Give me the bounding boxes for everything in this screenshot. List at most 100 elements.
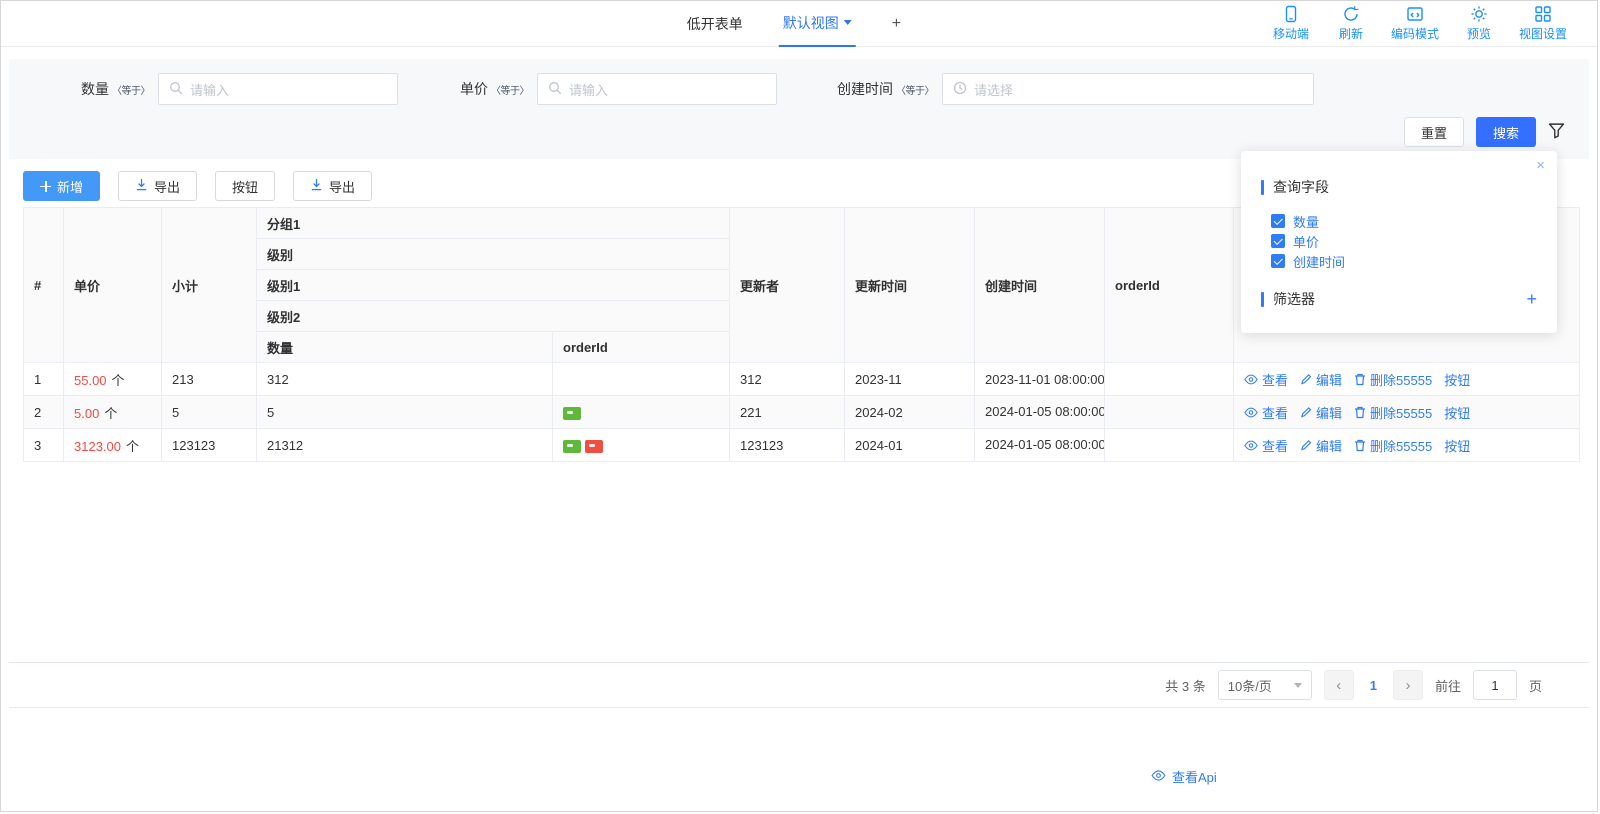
refresh-button[interactable]: 刷新 bbox=[1331, 5, 1371, 42]
view-link[interactable]: 查看 bbox=[1244, 403, 1288, 422]
cell-orderid2 bbox=[1105, 363, 1234, 396]
refresh-label: 刷新 bbox=[1339, 25, 1363, 42]
col-header-subtotal[interactable]: 小计 bbox=[162, 208, 257, 363]
query-field-price[interactable]: 单价 bbox=[1271, 231, 1537, 251]
tab-form[interactable]: 低开表单 bbox=[683, 1, 747, 47]
custom-button[interactable]: 按钮 bbox=[215, 171, 275, 201]
row-button-link[interactable]: 按钮 bbox=[1444, 370, 1470, 389]
row-button-label: 按钮 bbox=[1444, 436, 1470, 455]
cell-price: 5.00个 bbox=[64, 396, 162, 429]
code-mode-button[interactable]: 编码模式 bbox=[1391, 5, 1439, 42]
col-header-level2[interactable]: 级别2 bbox=[257, 301, 730, 332]
row-button-link[interactable]: 按钮 bbox=[1444, 436, 1470, 455]
goto-page-input[interactable]: 1 bbox=[1473, 670, 1517, 700]
custom-button-label: 按钮 bbox=[232, 177, 258, 196]
query-field-create-time[interactable]: 创建时间 bbox=[1271, 251, 1537, 271]
price-value: 3123.00 bbox=[74, 439, 121, 454]
prev-page-button[interactable]: ‹ bbox=[1324, 670, 1354, 700]
filter-qty-input[interactable]: 请输入 bbox=[158, 73, 398, 105]
row-button-link[interactable]: 按钮 bbox=[1444, 403, 1470, 422]
preview-button[interactable]: 预览 bbox=[1459, 5, 1499, 42]
tab-add[interactable]: + bbox=[888, 1, 905, 47]
col-header-qty[interactable]: 数量 bbox=[257, 332, 553, 363]
filter-price-label: 单价 bbox=[460, 79, 488, 99]
view-settings-button[interactable]: 视图设置 bbox=[1519, 5, 1567, 42]
col-header-orderid[interactable]: orderId bbox=[1105, 208, 1234, 363]
edit-link[interactable]: 编辑 bbox=[1300, 370, 1342, 389]
filter-settings-button[interactable] bbox=[1548, 122, 1565, 142]
edit-link-label: 编辑 bbox=[1316, 403, 1342, 422]
delete-link-label: 删除55555 bbox=[1370, 370, 1432, 389]
export-button-1[interactable]: 导出 bbox=[118, 171, 197, 201]
add-button-label: 新增 bbox=[57, 177, 83, 196]
table-row[interactable]: 2 5.00个 5 5 221 2024-02 2024-01-05 08:00… bbox=[24, 396, 1580, 429]
funnel-icon bbox=[1548, 122, 1565, 142]
view-link-label: 查看 bbox=[1262, 403, 1288, 422]
create-time-value: 2024-01-05 08:00:00 bbox=[985, 404, 1105, 419]
edit-link-label: 编辑 bbox=[1316, 370, 1342, 389]
col-header-create-time[interactable]: 创建时间 bbox=[975, 208, 1105, 363]
query-field-create-time-label: 创建时间 bbox=[1293, 252, 1345, 271]
green-tag-icon bbox=[563, 407, 581, 420]
mobile-label: 移动端 bbox=[1273, 25, 1309, 42]
view-tabs: 低开表单 默认视图 + bbox=[667, 1, 921, 47]
popover-close-button[interactable]: × bbox=[1536, 157, 1545, 174]
col-header-level[interactable]: 级别 bbox=[257, 239, 730, 270]
cell-qty: 312 bbox=[257, 363, 553, 396]
col-header-group1[interactable]: 分组1 bbox=[257, 208, 730, 239]
query-field-qty[interactable]: 数量 bbox=[1271, 211, 1537, 231]
delete-link[interactable]: 删除55555 bbox=[1354, 403, 1432, 422]
cell-subtotal: 213 bbox=[162, 363, 257, 396]
edit-link[interactable]: 编辑 bbox=[1300, 403, 1342, 422]
checkbox-checked-icon[interactable] bbox=[1271, 234, 1285, 248]
mobile-icon bbox=[1282, 5, 1300, 23]
col-header-index[interactable]: # bbox=[24, 208, 64, 363]
filter-section-title-label: 筛选器 bbox=[1273, 289, 1315, 309]
current-page[interactable]: 1 bbox=[1366, 678, 1381, 693]
tab-default-view[interactable]: 默认视图 bbox=[779, 1, 856, 47]
cell-orderid2 bbox=[1105, 396, 1234, 429]
filter-create-time-input[interactable]: 请选择 bbox=[942, 73, 1314, 105]
mobile-button[interactable]: 移动端 bbox=[1271, 5, 1311, 42]
filter-group-qty: 数量 〈等于〉 请输入 bbox=[81, 73, 398, 105]
view-api-label: 查看Api bbox=[1172, 767, 1217, 786]
checkbox-checked-icon[interactable] bbox=[1271, 214, 1285, 228]
add-button[interactable]: 新增 bbox=[23, 171, 100, 201]
view-link-label: 查看 bbox=[1262, 370, 1288, 389]
page-size-select[interactable]: 10条/页 bbox=[1218, 670, 1312, 700]
edit-link-label: 编辑 bbox=[1316, 436, 1342, 455]
filter-fields-row: 数量 〈等于〉 请输入 单价 〈等于〉 请输入 bbox=[25, 73, 1573, 105]
next-page-button[interactable]: › bbox=[1393, 670, 1423, 700]
pagination-bar: 共 3 条 10条/页 ‹ 1 › 前往 1 页 bbox=[9, 662, 1589, 708]
delete-link[interactable]: 删除55555 bbox=[1354, 370, 1432, 389]
view-link[interactable]: 查看 bbox=[1244, 436, 1288, 455]
topbar-actions: 移动端 刷新 编码模式 预览 bbox=[1271, 5, 1597, 42]
col-header-sub-orderid[interactable]: orderId bbox=[553, 332, 730, 363]
table-row[interactable]: 1 55.00个 213 312 312 2023-11 2023-11-01 … bbox=[24, 363, 1580, 396]
filter-qty-placeholder: 请输入 bbox=[190, 80, 229, 99]
col-header-update-time[interactable]: 更新时间 bbox=[845, 208, 975, 363]
cell-orderid-tags bbox=[553, 429, 730, 462]
search-button[interactable]: 搜索 bbox=[1476, 117, 1536, 147]
col-header-updater[interactable]: 更新者 bbox=[730, 208, 845, 363]
reset-button[interactable]: 重置 bbox=[1404, 117, 1464, 147]
view-link[interactable]: 查看 bbox=[1244, 370, 1288, 389]
edit-link[interactable]: 编辑 bbox=[1300, 436, 1342, 455]
view-settings-label: 视图设置 bbox=[1519, 25, 1567, 42]
checkbox-checked-icon[interactable] bbox=[1271, 254, 1285, 268]
filter-create-time-placeholder: 请选择 bbox=[974, 80, 1013, 99]
col-header-level1[interactable]: 级别1 bbox=[257, 270, 730, 301]
tab-default-view-label: 默认视图 bbox=[783, 1, 839, 45]
price-value: 5.00 bbox=[74, 406, 99, 421]
delete-link[interactable]: 删除55555 bbox=[1354, 436, 1432, 455]
add-filter-button[interactable]: + bbox=[1526, 290, 1537, 308]
delete-link-label: 删除55555 bbox=[1370, 436, 1432, 455]
cell-qty: 5 bbox=[257, 396, 553, 429]
col-header-price[interactable]: 单价 bbox=[64, 208, 162, 363]
cell-subtotal: 123123 bbox=[162, 429, 257, 462]
export-button-2[interactable]: 导出 bbox=[293, 171, 372, 201]
filter-price-input[interactable]: 请输入 bbox=[537, 73, 777, 105]
table-row[interactable]: 3 3123.00个 123123 21312 123123 2024-01 2… bbox=[24, 429, 1580, 462]
export-button-2-label: 导出 bbox=[329, 177, 355, 196]
view-api-link[interactable]: 查看Api bbox=[1151, 767, 1217, 786]
